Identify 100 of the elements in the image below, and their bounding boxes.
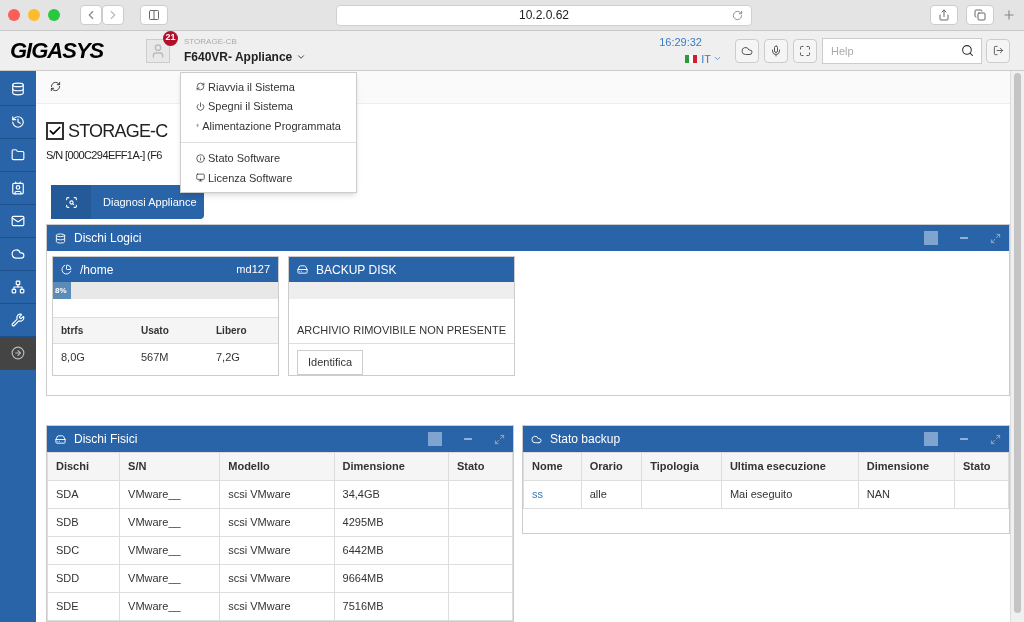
- cloud-icon: [741, 44, 753, 57]
- menu-item[interactable]: Spegni il Sistema: [181, 96, 356, 116]
- fullscreen-icon: [799, 44, 811, 57]
- back-button[interactable]: [80, 5, 102, 25]
- cloud-button[interactable]: [735, 38, 759, 63]
- column-header: Nome: [523, 452, 582, 481]
- column-header: Libero: [216, 324, 248, 339]
- table-cell-text: 7,2G: [216, 350, 241, 366]
- refresh-icon[interactable]: [50, 81, 61, 93]
- table-cell: scsi VMware: [219, 592, 335, 621]
- menu-item[interactable]: Alimentazione Programmata: [181, 116, 356, 136]
- column-header: Usato: [141, 324, 170, 339]
- table-cell: VMware__: [119, 508, 220, 537]
- table-cell-text: 8,0G: [61, 350, 86, 366]
- color-square-button[interactable]: [924, 231, 938, 246]
- device-menu-button[interactable]: F640VR- Appliance: [184, 47, 307, 66]
- network-icon: [11, 280, 25, 294]
- sidebar-icon: [148, 9, 160, 21]
- zoom-window-button[interactable]: [48, 9, 60, 21]
- menu-item[interactable]: Stato Software: [181, 148, 356, 168]
- italy-flag-icon: [685, 54, 698, 63]
- tabs-button[interactable]: [966, 5, 994, 25]
- contact-card-icon: [11, 181, 25, 195]
- language-selector[interactable]: IT: [685, 50, 722, 67]
- wrench-icon: [11, 313, 25, 327]
- info-icon: [196, 153, 205, 163]
- table-cell: scsi VMware: [219, 480, 335, 509]
- search-icon[interactable]: [961, 44, 974, 57]
- device-name: md127: [236, 262, 270, 278]
- column-header: Orario: [581, 452, 642, 481]
- table-cell: VMware__: [119, 564, 220, 593]
- close-window-button[interactable]: [8, 9, 20, 21]
- column-header: Stato: [448, 452, 513, 481]
- clock-time: 16:29:32: [659, 35, 702, 50]
- panel-title: Dischi Logici: [74, 230, 143, 248]
- reload-icon[interactable]: [732, 9, 743, 21]
- help-search-field[interactable]: Help: [822, 37, 982, 64]
- volume-name: /home: [80, 261, 115, 279]
- forward-button[interactable]: [102, 5, 124, 25]
- sidebar-item[interactable]: [0, 337, 36, 370]
- sidebar-toggle-button[interactable]: [140, 5, 168, 25]
- cloud-icon: [11, 247, 25, 261]
- column-header: Ultima esecuzione: [721, 452, 859, 481]
- color-square-button[interactable]: [428, 432, 442, 446]
- logout-button[interactable]: [986, 38, 1010, 63]
- column-header: Tipologia: [641, 452, 722, 481]
- history-icon: [11, 115, 25, 129]
- address-bar[interactable]: 10.2.0.62: [336, 4, 752, 26]
- expand-icon[interactable]: [990, 232, 1001, 244]
- microphone-button[interactable]: [764, 38, 788, 63]
- page-title: STORAGE-C: [68, 119, 168, 143]
- table-cell: SDB: [47, 508, 120, 537]
- drive-icon: [55, 433, 66, 445]
- share-icon: [938, 9, 950, 21]
- backup-disk-name: BACKUP DISK: [316, 261, 397, 279]
- usage-label: 8%: [54, 284, 67, 297]
- diagnose-button[interactable]: Diagnosi Appliance: [51, 185, 204, 220]
- column-header: Dimensione: [334, 452, 449, 481]
- table-cell: SDD: [47, 564, 120, 593]
- backup-disk-message: ARCHIVIO RIMOVIBILE NON PRESENTE: [289, 317, 514, 345]
- table-cell: 6442MB: [334, 536, 449, 565]
- column-header: Dischi: [47, 452, 120, 481]
- new-tab-icon[interactable]: [1002, 8, 1016, 22]
- table-cell: 7516MB: [334, 592, 449, 621]
- table-cell: NAN: [858, 480, 955, 509]
- table-cell: 4295MB: [334, 508, 449, 537]
- column-header: Dimensione: [858, 452, 955, 481]
- menu-item[interactable]: Riavvia il Sistema: [181, 77, 356, 97]
- table-cell-text: 567M: [141, 350, 170, 366]
- logo: GIGASYS: [10, 37, 105, 65]
- table-cell: scsi VMware: [219, 564, 335, 593]
- expand-icon[interactable]: [990, 433, 1001, 445]
- database-icon: [55, 232, 66, 244]
- column-header: S/N: [119, 452, 220, 481]
- table-cell: VMware__: [119, 480, 220, 509]
- identify-button[interactable]: Identifica: [297, 350, 364, 376]
- menu-item[interactable]: Licenza Software: [181, 168, 356, 188]
- table-cell: Mai eseguito: [721, 480, 859, 509]
- database-icon: [11, 82, 25, 96]
- panel-title: Dischi Fisici: [74, 431, 139, 448]
- share-button[interactable]: [930, 5, 958, 25]
- microphone-icon: [770, 44, 782, 57]
- table-cell: SDC: [47, 536, 120, 565]
- backup-name-link[interactable]: ss: [523, 480, 582, 509]
- table-cell: 9664MB: [334, 564, 449, 593]
- table-cell: alle: [581, 480, 642, 509]
- table-cell: 34,4GB: [334, 480, 449, 509]
- column-header: btrfs: [61, 324, 85, 339]
- table-cell: VMware__: [119, 536, 220, 565]
- monitor-icon: [196, 173, 205, 183]
- folder-icon: [11, 148, 25, 162]
- cloud-icon: [531, 433, 542, 445]
- device-label: STORAGE-CB: [184, 35, 238, 48]
- user-avatar-button[interactable]: [146, 38, 170, 63]
- expand-icon[interactable]: [494, 433, 505, 445]
- user-icon: [150, 42, 166, 59]
- fullscreen-button[interactable]: [793, 38, 817, 63]
- table-cell: SDE: [47, 592, 120, 621]
- color-square-button[interactable]: [924, 432, 938, 446]
- serial-number: S/N [000C294EFF1A-] (F6: [46, 147, 162, 163]
